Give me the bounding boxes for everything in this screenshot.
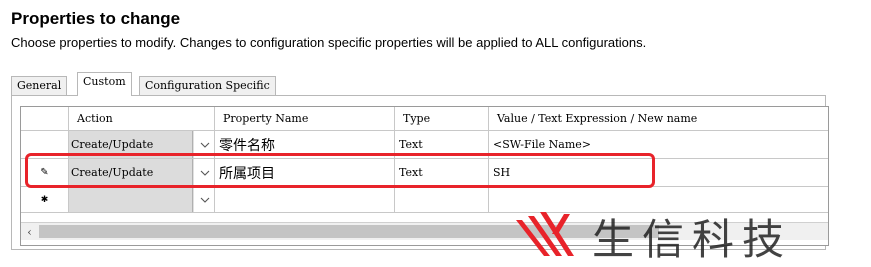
chevron-down-icon[interactable] bbox=[193, 159, 214, 186]
column-header-property-name[interactable]: Property Name bbox=[215, 107, 395, 130]
type-cell[interactable]: Text bbox=[395, 131, 489, 158]
row-indicator[interactable] bbox=[21, 131, 69, 158]
page-description: Choose properties to modify. Changes to … bbox=[11, 35, 647, 50]
type-cell[interactable]: Text bbox=[395, 159, 489, 186]
watermark-logo: 生信科技 bbox=[514, 210, 854, 264]
tab-general[interactable]: General bbox=[11, 76, 68, 96]
column-header-type[interactable]: Type bbox=[395, 107, 489, 130]
watermark-text: 生信科技 bbox=[592, 214, 793, 264]
action-combo-value[interactable]: Create/Update bbox=[69, 159, 193, 186]
chevron-down-icon[interactable] bbox=[193, 187, 214, 212]
tab-configuration-specific[interactable]: Configuration Specific bbox=[139, 76, 276, 96]
action-combo-value[interactable] bbox=[69, 187, 193, 212]
scroll-left-icon[interactable]: ‹ bbox=[21, 223, 38, 240]
action-combo[interactable]: Create/Update bbox=[69, 131, 215, 158]
edit-pencil-icon: ✎ bbox=[21, 159, 69, 186]
table-row[interactable]: ✎ Create/Update 所属项目 Text SH bbox=[21, 159, 828, 187]
page-title: Properties to change bbox=[11, 9, 181, 28]
property-name-cell[interactable] bbox=[215, 187, 395, 212]
table-row[interactable]: Create/Update 零件名称 Text <SW-File Name> bbox=[21, 131, 828, 159]
property-name-cell[interactable]: 零件名称 bbox=[215, 131, 395, 158]
action-combo[interactable]: Create/Update bbox=[69, 159, 215, 186]
action-combo[interactable] bbox=[69, 187, 215, 212]
logo-mark-icon bbox=[516, 212, 574, 256]
chevron-down-icon[interactable] bbox=[193, 131, 214, 158]
new-row-asterisk-icon: ✱ bbox=[21, 187, 69, 212]
action-combo-value[interactable]: Create/Update bbox=[69, 131, 193, 158]
row-header-corner bbox=[21, 107, 69, 130]
value-cell[interactable]: <SW-File Name> bbox=[489, 131, 828, 158]
value-cell[interactable]: SH bbox=[489, 159, 828, 186]
property-name-cell[interactable]: 所属项目 bbox=[215, 159, 395, 186]
column-header-value[interactable]: Value / Text Expression / New name bbox=[489, 107, 828, 130]
type-cell[interactable] bbox=[395, 187, 489, 212]
tab-custom[interactable]: Custom bbox=[77, 72, 132, 96]
grid-header: Action Property Name Type Value / Text E… bbox=[21, 107, 828, 131]
column-header-action[interactable]: Action bbox=[69, 107, 215, 130]
